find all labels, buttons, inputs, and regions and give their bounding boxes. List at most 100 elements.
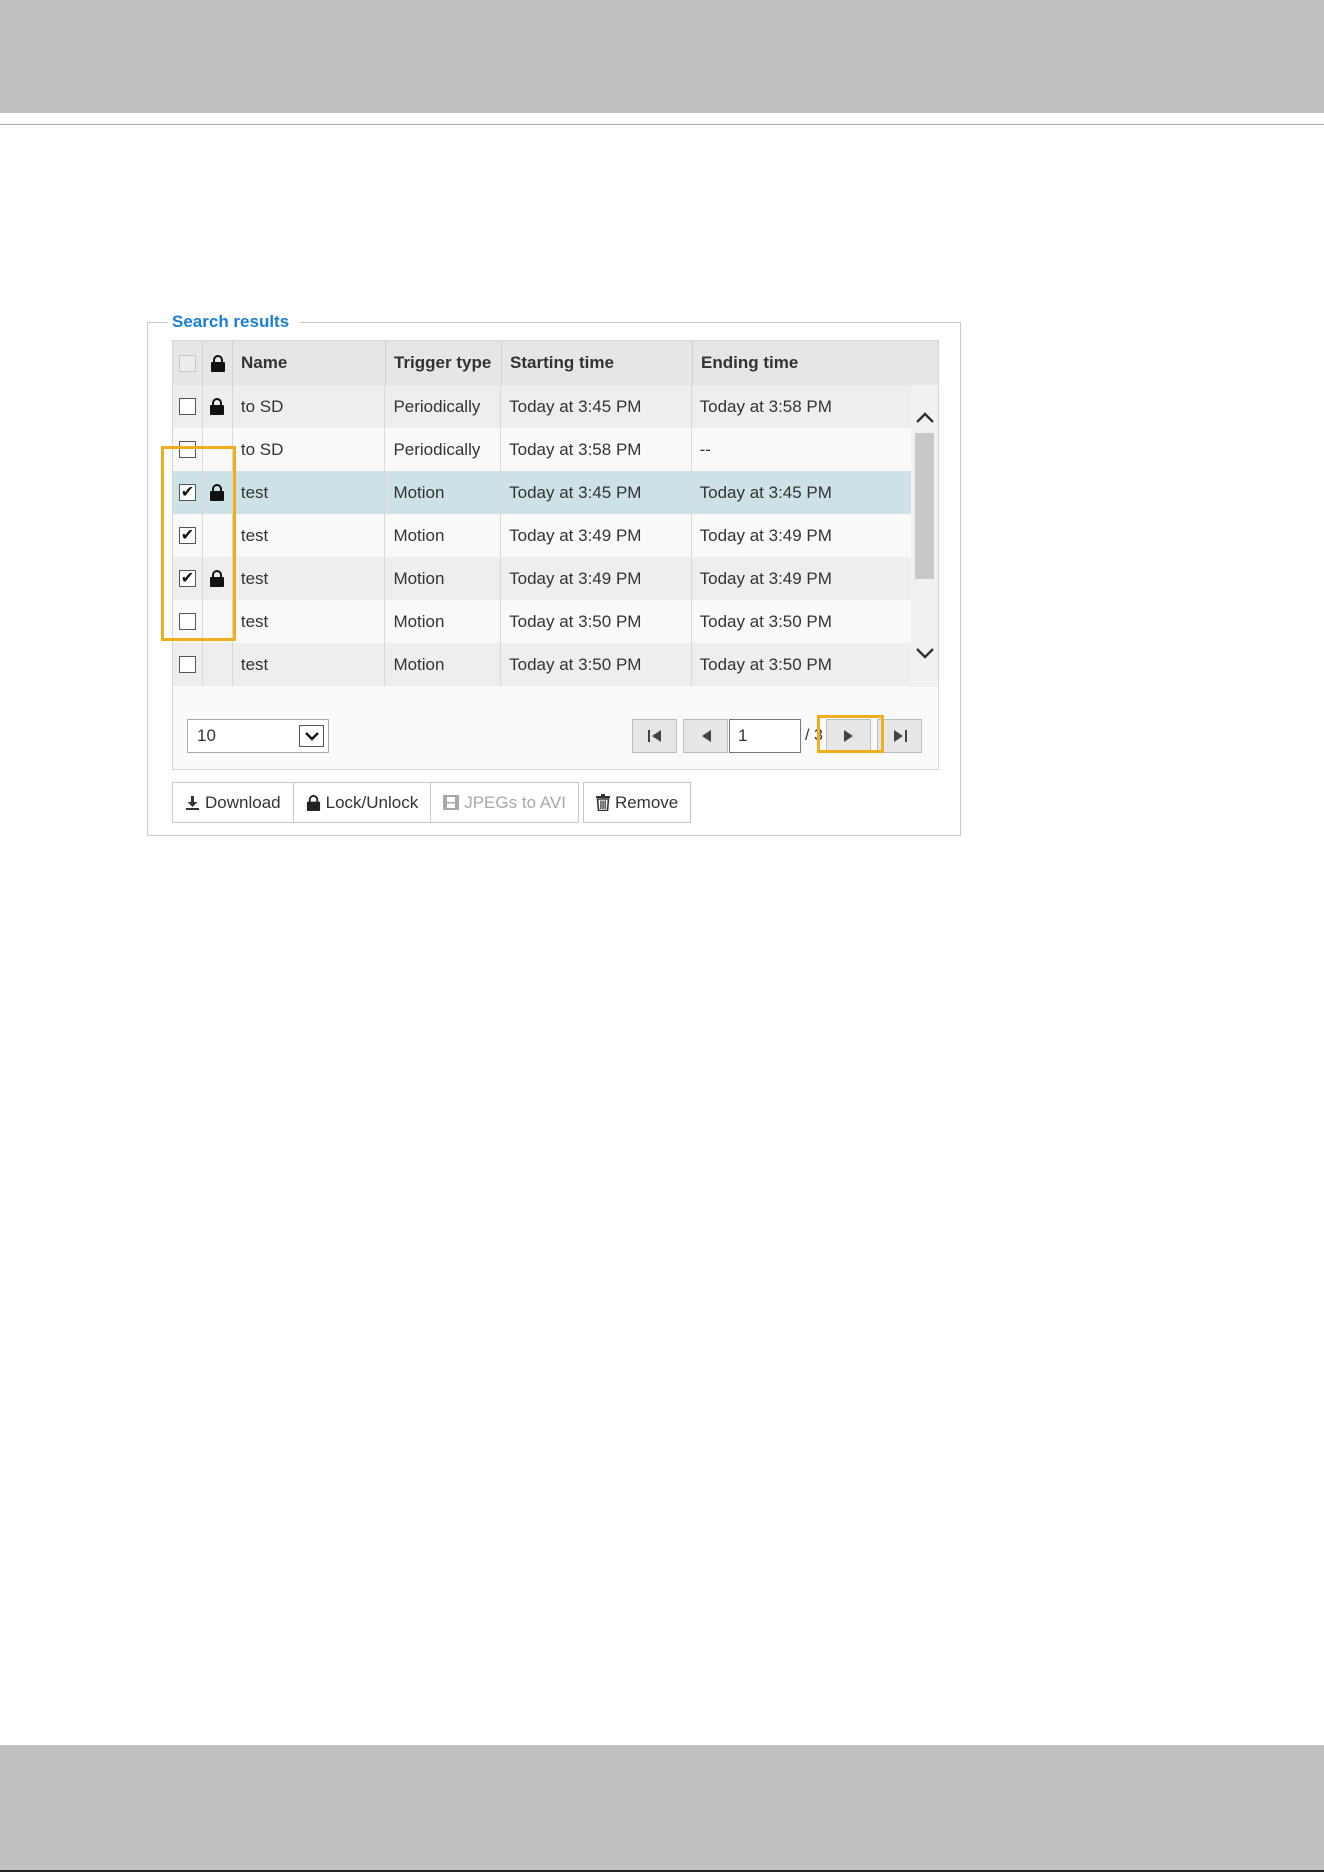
row-ending-time: Today at 3:50 PM <box>699 611 832 631</box>
row-name: test <box>233 600 386 643</box>
lock-icon <box>210 570 225 587</box>
remove-label: Remove <box>614 792 679 812</box>
row-checkbox-cell[interactable]: ✔ <box>173 471 203 514</box>
header-lock <box>203 341 233 385</box>
table-row[interactable]: to SD Periodically Today at 3:45 PM Today a… <box>173 385 911 428</box>
row-checkbox[interactable]: ✔ <box>178 484 196 501</box>
header-starting-time[interactable]: Starting time <box>502 341 693 385</box>
table-row[interactable]: ✔ test Motion Today at 3:49 PM Today at 3:49… <box>173 514 911 557</box>
row-checkbox[interactable] <box>178 613 196 630</box>
chevron-down-icon <box>304 731 319 741</box>
row-trigger-type: Motion <box>385 600 502 643</box>
previous-page-button[interactable] <box>683 719 728 753</box>
first-page-icon <box>647 730 661 742</box>
row-ending-time: Today at 3:50 PM <box>699 654 832 674</box>
row-checkbox[interactable]: ✔ <box>178 527 196 544</box>
row-name: test <box>233 514 386 557</box>
row-starting-time: Today at 3:45 PM <box>501 385 692 428</box>
row-ending-time: Today at 3:58 PM <box>699 396 832 416</box>
row-checkbox-cell[interactable] <box>173 428 203 471</box>
lock-unlock-button[interactable]: Lock/Unlock <box>292 782 432 823</box>
chevron-down-icon <box>915 647 934 659</box>
download-button[interactable]: Download <box>172 782 294 823</box>
row-name: test <box>233 471 386 514</box>
table-row[interactable]: test Motion Today at 3:50 PM Today at 3:50 … <box>173 643 911 686</box>
header-ending-time[interactable]: Ending time <box>693 341 913 385</box>
next-page-button[interactable] <box>826 719 871 753</box>
page-separator: / <box>805 727 810 744</box>
scroll-thumb[interactable] <box>915 433 934 579</box>
last-page-icon <box>893 730 907 742</box>
row-checkbox-cell[interactable] <box>173 385 203 428</box>
per-page-select[interactable]: 10 <box>187 719 329 753</box>
lock-icon <box>210 398 225 415</box>
row-lock-cell <box>203 428 233 471</box>
row-ending-time: Today at 3:49 PM <box>699 525 832 545</box>
per-page-value: 10 <box>197 726 216 745</box>
remove-button[interactable]: Remove <box>582 782 692 823</box>
search-results-legend: Search results <box>168 310 300 334</box>
table-header: Name Trigger type Starting time Ending t… <box>173 341 938 385</box>
row-trigger-type: Motion <box>385 643 502 686</box>
table-row[interactable]: ✔ test Motion Today at 3:45 PM Today at 3:45… <box>173 471 911 514</box>
results-grid: Name Trigger type Starting time Ending t… <box>172 340 939 770</box>
chevron-up-icon <box>915 411 934 423</box>
row-checkbox[interactable] <box>178 656 196 673</box>
row-ending-time: Today at 3:49 PM <box>699 568 832 588</box>
table-scrollbar[interactable] <box>911 385 938 687</box>
table-row[interactable]: ✔ test Motion Today at 3:49 PM Today at 3:49… <box>173 557 911 600</box>
row-starting-time: Today at 3:58 PM <box>501 428 692 471</box>
row-lock-cell <box>203 514 233 557</box>
lock-icon <box>210 484 225 501</box>
previous-page-icon <box>701 730 711 742</box>
jpegs-to-avi-button[interactable]: JPEGs to AVI <box>430 782 579 823</box>
header-name[interactable]: Name <box>233 341 386 385</box>
download-label: Download <box>205 792 281 812</box>
scroll-up-button[interactable] <box>911 403 938 431</box>
row-checkbox[interactable] <box>178 398 196 415</box>
row-checkbox-cell[interactable]: ✔ <box>173 514 203 557</box>
row-ending-time: -- <box>699 439 711 459</box>
row-lock-cell <box>203 643 233 686</box>
lock-icon <box>306 794 320 811</box>
table-body: to SD Periodically Today at 3:45 PM Today a… <box>173 385 911 687</box>
table-row[interactable]: to SD Periodically Today at 3:58 PM -- <box>173 428 911 471</box>
action-toolbar: Download Lock/Unlock JPEGs to AVI Remove <box>172 782 692 823</box>
per-page-dropdown-arrow[interactable] <box>299 725 324 747</box>
next-page-icon <box>843 730 853 742</box>
trash-icon <box>595 794 610 811</box>
lock-icon <box>210 354 225 372</box>
header-select-all[interactable] <box>173 341 203 385</box>
row-lock-cell <box>203 471 233 514</box>
pagination-bar: 10 1 / 3 <box>173 687 938 769</box>
row-lock-cell <box>203 557 233 600</box>
row-checkbox[interactable]: ✔ <box>178 570 196 587</box>
select-all-checkbox[interactable] <box>179 354 196 372</box>
row-trigger-type: Motion <box>385 514 502 557</box>
page-number-input[interactable]: 1 <box>729 719 801 753</box>
table-row[interactable]: test Motion Today at 3:50 PM Today at 3:50 … <box>173 600 911 643</box>
row-checkbox-cell[interactable]: ✔ <box>173 557 203 600</box>
row-trigger-type: Periodically <box>385 428 502 471</box>
header-divider <box>0 124 1324 125</box>
row-name: to SD <box>233 385 386 428</box>
row-lock-cell <box>203 600 233 643</box>
scroll-down-button[interactable] <box>911 639 938 667</box>
row-starting-time: Today at 3:49 PM <box>501 514 692 557</box>
row-starting-time: Today at 3:49 PM <box>501 557 692 600</box>
row-checkbox[interactable] <box>178 441 196 458</box>
row-trigger-type: Motion <box>385 557 502 600</box>
row-starting-time: Today at 3:50 PM <box>501 643 692 686</box>
lock-unlock-label: Lock/Unlock <box>325 792 419 812</box>
search-results-panel: Search results Name Trigger type Startin… <box>147 310 961 836</box>
row-trigger-type: Motion <box>385 471 502 514</box>
header-trigger-type[interactable]: Trigger type <box>386 341 502 385</box>
row-trigger-type: Periodically <box>385 385 502 428</box>
last-page-button[interactable] <box>877 719 922 753</box>
footer-band <box>0 1745 1324 1870</box>
first-page-button[interactable] <box>632 719 677 753</box>
row-checkbox-cell[interactable] <box>173 643 203 686</box>
row-name: test <box>233 643 386 686</box>
row-ending-time: Today at 3:45 PM <box>699 482 832 502</box>
row-checkbox-cell[interactable] <box>173 600 203 643</box>
